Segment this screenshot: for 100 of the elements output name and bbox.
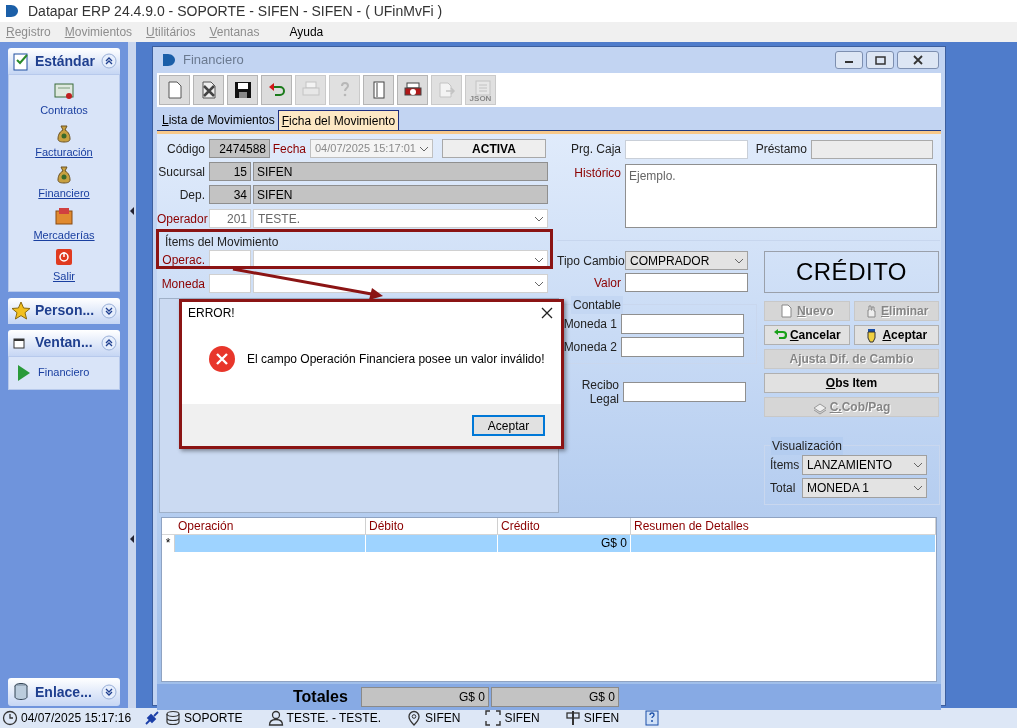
text-area[interactable]: Ejemplo. bbox=[625, 164, 937, 228]
sidebar-link[interactable]: Salir bbox=[53, 268, 75, 285]
restore-icon bbox=[874, 55, 886, 65]
combo-box[interactable]: LANZAMIENTO bbox=[802, 455, 927, 475]
window-logo-icon bbox=[161, 52, 177, 68]
group-title: Contable bbox=[571, 296, 624, 314]
certificate-icon bbox=[54, 81, 74, 101]
code-field[interactable]: 2474588 bbox=[209, 139, 270, 158]
row-marker: * bbox=[162, 535, 175, 552]
app-logo-icon bbox=[4, 3, 20, 19]
combo-box[interactable]: COMPRADOR bbox=[625, 251, 748, 270]
column-header[interactable]: Crédito bbox=[498, 518, 631, 534]
text-field[interactable] bbox=[811, 139, 933, 159]
table-row[interactable]: * G$ 0 bbox=[162, 535, 936, 552]
menu-item[interactable]: Ayuda bbox=[289, 23, 324, 41]
code-field[interactable]: 34 bbox=[209, 185, 251, 204]
group-title: Estándar bbox=[35, 51, 96, 71]
field-value: 15 bbox=[233, 163, 247, 181]
toolbar-button[interactable] bbox=[397, 75, 428, 105]
window-title: Datapar ERP 24.4.9.0 - SOPORTE - SIFEN - SIFEN - ( UFinMvFi ) bbox=[28, 1, 443, 21]
database-icon bbox=[11, 682, 31, 702]
field-label: Sucursal bbox=[157, 163, 206, 181]
column-header[interactable]: Débito bbox=[366, 518, 498, 534]
field-label: Total bbox=[770, 480, 797, 497]
total-field: G$ 0 bbox=[361, 687, 489, 707]
status-text: TESTE. - TESTE. bbox=[286, 710, 382, 727]
combo-value: MONEDA 1 bbox=[807, 480, 870, 497]
totals-label: Totales bbox=[293, 687, 349, 707]
tab[interactable]: Ficha del Movimiento bbox=[277, 110, 400, 130]
text-field[interactable] bbox=[625, 273, 748, 292]
status-text: SIFEN bbox=[425, 710, 461, 727]
text-field[interactable] bbox=[625, 139, 748, 159]
expand-icon bbox=[101, 684, 117, 700]
group-header[interactable]: Person... bbox=[8, 297, 120, 324]
close-button[interactable] bbox=[539, 305, 555, 321]
dropdown-caret-icon bbox=[419, 144, 429, 153]
accept-button[interactable]: Aceptar bbox=[472, 414, 545, 436]
field-label: Fecha bbox=[271, 140, 307, 158]
field-label: Moneda bbox=[160, 275, 206, 293]
field-label: Valor bbox=[592, 274, 622, 292]
dropdown-caret-icon bbox=[913, 461, 923, 469]
text-field[interactable] bbox=[621, 314, 744, 334]
field-value: 201 bbox=[226, 210, 247, 228]
field-label: Operac. bbox=[161, 251, 206, 269]
code-field[interactable] bbox=[209, 274, 251, 293]
name-field[interactable]: SIFEN bbox=[253, 185, 548, 204]
combo-value: TESTE. bbox=[258, 210, 301, 228]
combo-box[interactable]: MONEDA 1 bbox=[802, 478, 927, 498]
toolbar-button[interactable] bbox=[193, 75, 224, 105]
column-header[interactable]: Operación bbox=[175, 518, 366, 534]
toolbar-button[interactable] bbox=[227, 75, 258, 105]
minimize-button[interactable] bbox=[835, 51, 863, 69]
group-title: Visualización bbox=[771, 437, 843, 455]
moneybag-icon bbox=[54, 164, 74, 184]
code-field[interactable]: 15 bbox=[209, 162, 251, 181]
action-button[interactable]: Aceptar bbox=[853, 325, 939, 345]
text-field[interactable] bbox=[621, 337, 744, 357]
group-header[interactable]: Ventan... bbox=[8, 329, 120, 356]
combo-value: 04/07/2025 15:17:01 bbox=[315, 141, 417, 157]
field-value: SIFEN bbox=[257, 186, 293, 204]
sidebar-link[interactable]: Contratos bbox=[40, 102, 88, 119]
table-cell: G$ 0 bbox=[498, 535, 631, 552]
code-field[interactable]: 201 bbox=[209, 209, 251, 228]
location-pin-icon bbox=[406, 710, 423, 726]
combo-value: LANZAMIENTO bbox=[807, 457, 894, 474]
group-header[interactable]: Enlace... bbox=[8, 678, 120, 706]
group-title: Enlace... bbox=[35, 682, 93, 702]
restore-button[interactable] bbox=[866, 51, 894, 69]
hand-icon bbox=[864, 303, 879, 319]
combo-box[interactable]: TESTE. bbox=[253, 209, 548, 228]
combo-value: COMPRADOR bbox=[630, 252, 711, 270]
dialog-title: ERROR! bbox=[188, 305, 236, 322]
group-title: Ventan... bbox=[35, 333, 94, 352]
name-field[interactable]: SIFEN bbox=[253, 162, 548, 181]
field-label: Código bbox=[165, 140, 206, 158]
sidebar-link[interactable]: Mercaderías bbox=[33, 226, 95, 243]
field-label: Tipo Cambio bbox=[557, 252, 625, 270]
status-text: SIFEN bbox=[504, 710, 540, 727]
dropdown-caret-icon bbox=[534, 214, 544, 223]
user-icon bbox=[267, 710, 284, 726]
sidebar-link[interactable]: Financiero bbox=[38, 185, 90, 202]
text-field[interactable] bbox=[623, 382, 746, 402]
combo-box[interactable] bbox=[253, 274, 548, 293]
column-header[interactable]: Resumen de Detalles bbox=[631, 518, 936, 534]
sidebar-link[interactable]: Financiero bbox=[38, 364, 90, 381]
tab[interactable]: Lista de Movimientos bbox=[159, 110, 278, 130]
window-title: Financiero bbox=[183, 51, 245, 70]
action-button[interactable]: Obs Item bbox=[764, 373, 939, 393]
action-button[interactable]: Cancelar bbox=[764, 325, 850, 345]
field-label: Ítems bbox=[770, 456, 801, 474]
dropdown-caret-icon bbox=[913, 484, 923, 492]
field-label: Moneda 2 bbox=[563, 339, 618, 356]
dropdown-caret-icon bbox=[534, 255, 544, 264]
field-label: Prg. Caja bbox=[569, 141, 622, 158]
dropdown-caret-icon bbox=[534, 279, 544, 288]
star-icon bbox=[11, 300, 31, 321]
sidebar-link[interactable]: Facturación bbox=[35, 143, 93, 160]
close-button[interactable] bbox=[897, 51, 939, 69]
total-field: G$ 0 bbox=[491, 687, 619, 707]
group-header[interactable]: Estándar bbox=[8, 48, 120, 74]
